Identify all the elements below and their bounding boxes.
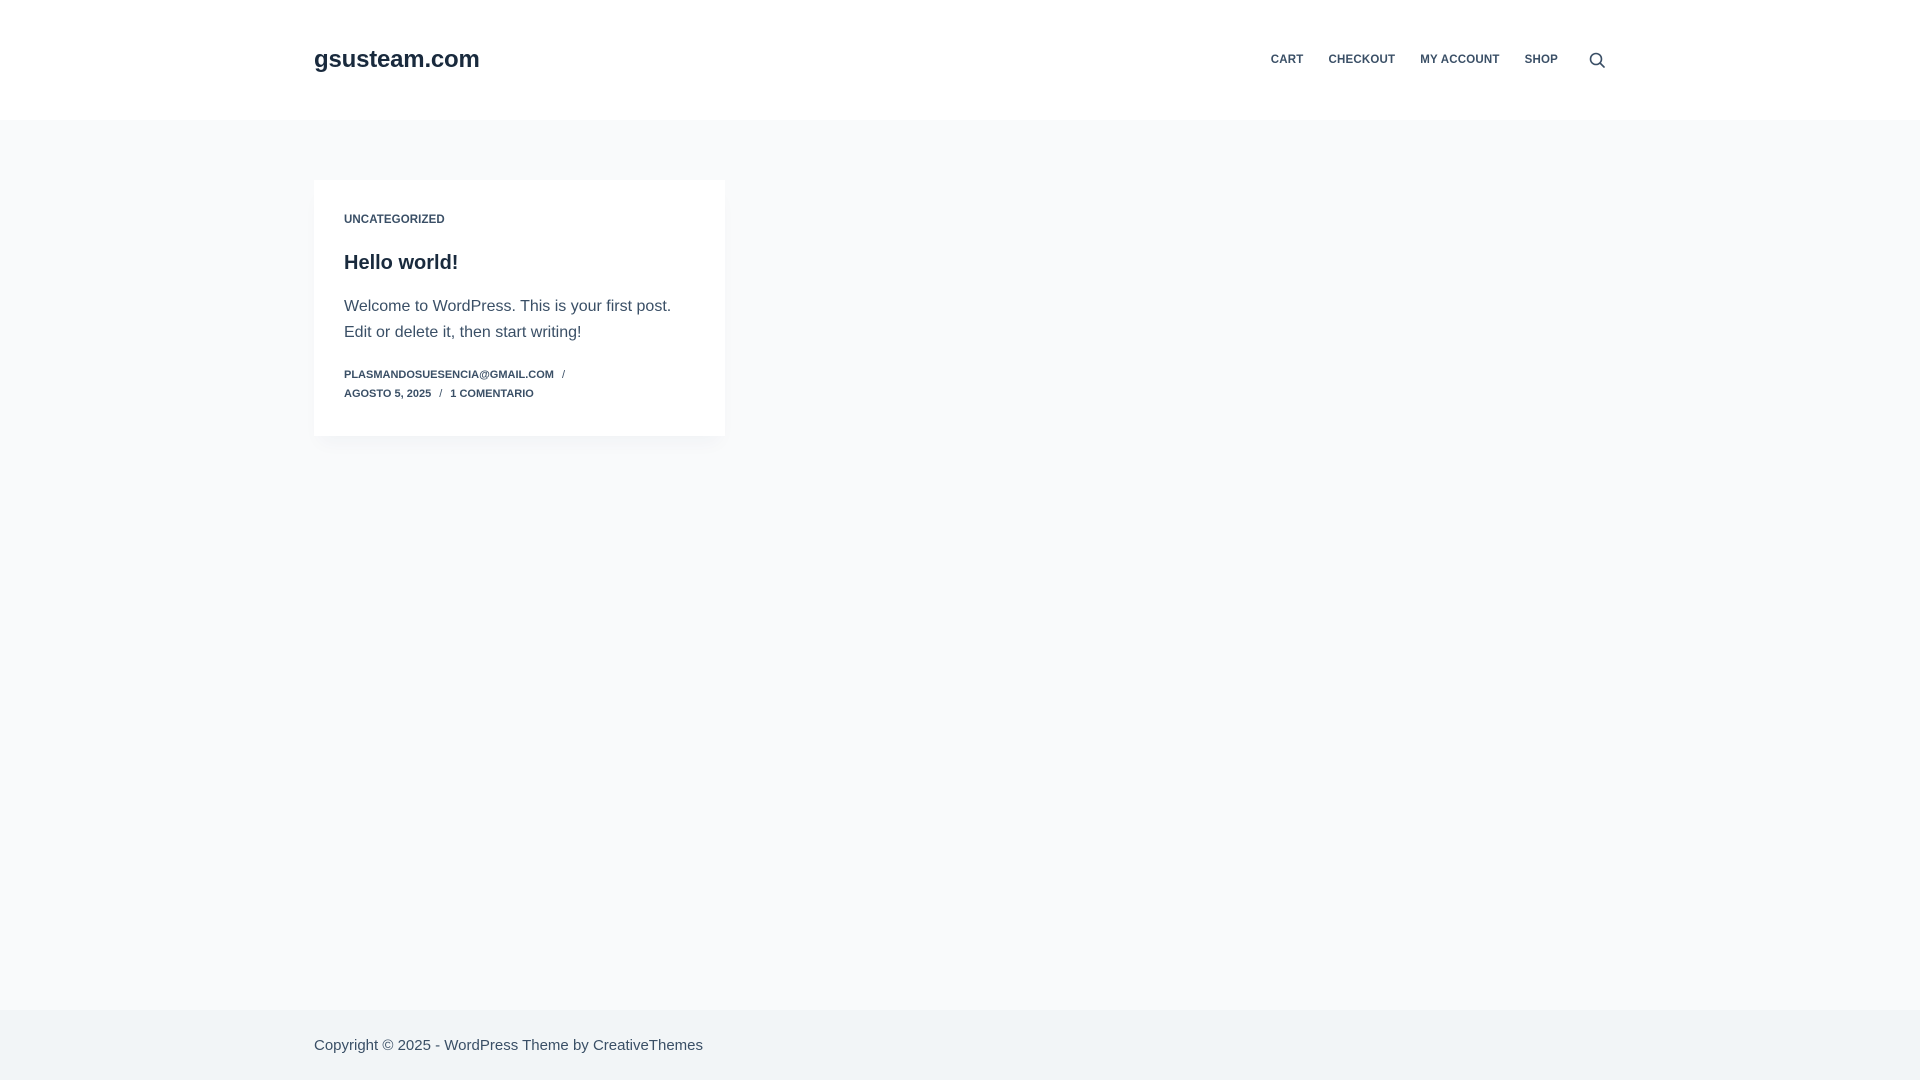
menu-item-checkout[interactable]: CHECKOUT: [1329, 54, 1396, 66]
meta-separator: /: [439, 388, 443, 400]
copyright-prefix: Copyright © 2025 - WordPress Theme by: [314, 1036, 593, 1054]
menu-item-cart[interactable]: CART: [1271, 54, 1304, 66]
main-menu: CART CHECKOUT MY ACCOUNT SHOP: [1271, 54, 1558, 66]
meta-separator: /: [561, 369, 566, 381]
post-author-link[interactable]: PLASMANDOSUESENCIA@GMAIL.COM: [344, 369, 554, 381]
site-footer: Copyright © 2025 - WordPress Theme by Cr…: [0, 1010, 1920, 1080]
copyright-text: Copyright © 2025 - WordPress Theme by Cr…: [314, 1037, 1606, 1054]
site-main: UNCATEGORIZED Hello world! Welcome to Wo…: [0, 120, 1920, 1010]
post-comments-link[interactable]: 1 COMENTARIO: [450, 388, 534, 400]
post-excerpt: Welcome to WordPress. This is your first…: [344, 298, 672, 341]
site-title-link[interactable]: gsusteam.com: [314, 46, 480, 74]
post-category-link[interactable]: UNCATEGORIZED: [344, 214, 445, 226]
post-card: UNCATEGORIZED Hello world! Welcome to Wo…: [314, 180, 725, 436]
post-meta-line-1: PLASMANDOSUESENCIA@GMAIL.COM /: [344, 366, 695, 385]
post-meta: PLASMANDOSUESENCIA@GMAIL.COM / AGOSTO 5, …: [344, 366, 695, 404]
search-button[interactable]: [1588, 51, 1606, 69]
post-meta-line-2: AGOSTO 5, 2025 / 1 COMENTARIO: [344, 385, 695, 404]
header-right: CART CHECKOUT MY ACCOUNT SHOP: [1271, 51, 1606, 69]
post-date: AGOSTO 5, 2025: [344, 388, 432, 400]
site-header: gsusteam.com CART CHECKOUT MY ACCOUNT SH…: [0, 0, 1920, 120]
menu-item-shop[interactable]: SHOP: [1525, 54, 1558, 66]
page: gsusteam.com CART CHECKOUT MY ACCOUNT SH…: [0, 0, 1920, 1080]
post-title-link[interactable]: Hello world!: [344, 252, 458, 274]
theme-author-link[interactable]: CreativeThemes: [593, 1037, 703, 1054]
post-title: Hello world!: [344, 250, 695, 276]
menu-item-my-account[interactable]: MY ACCOUNT: [1420, 54, 1499, 66]
search-icon: [1589, 52, 1605, 68]
